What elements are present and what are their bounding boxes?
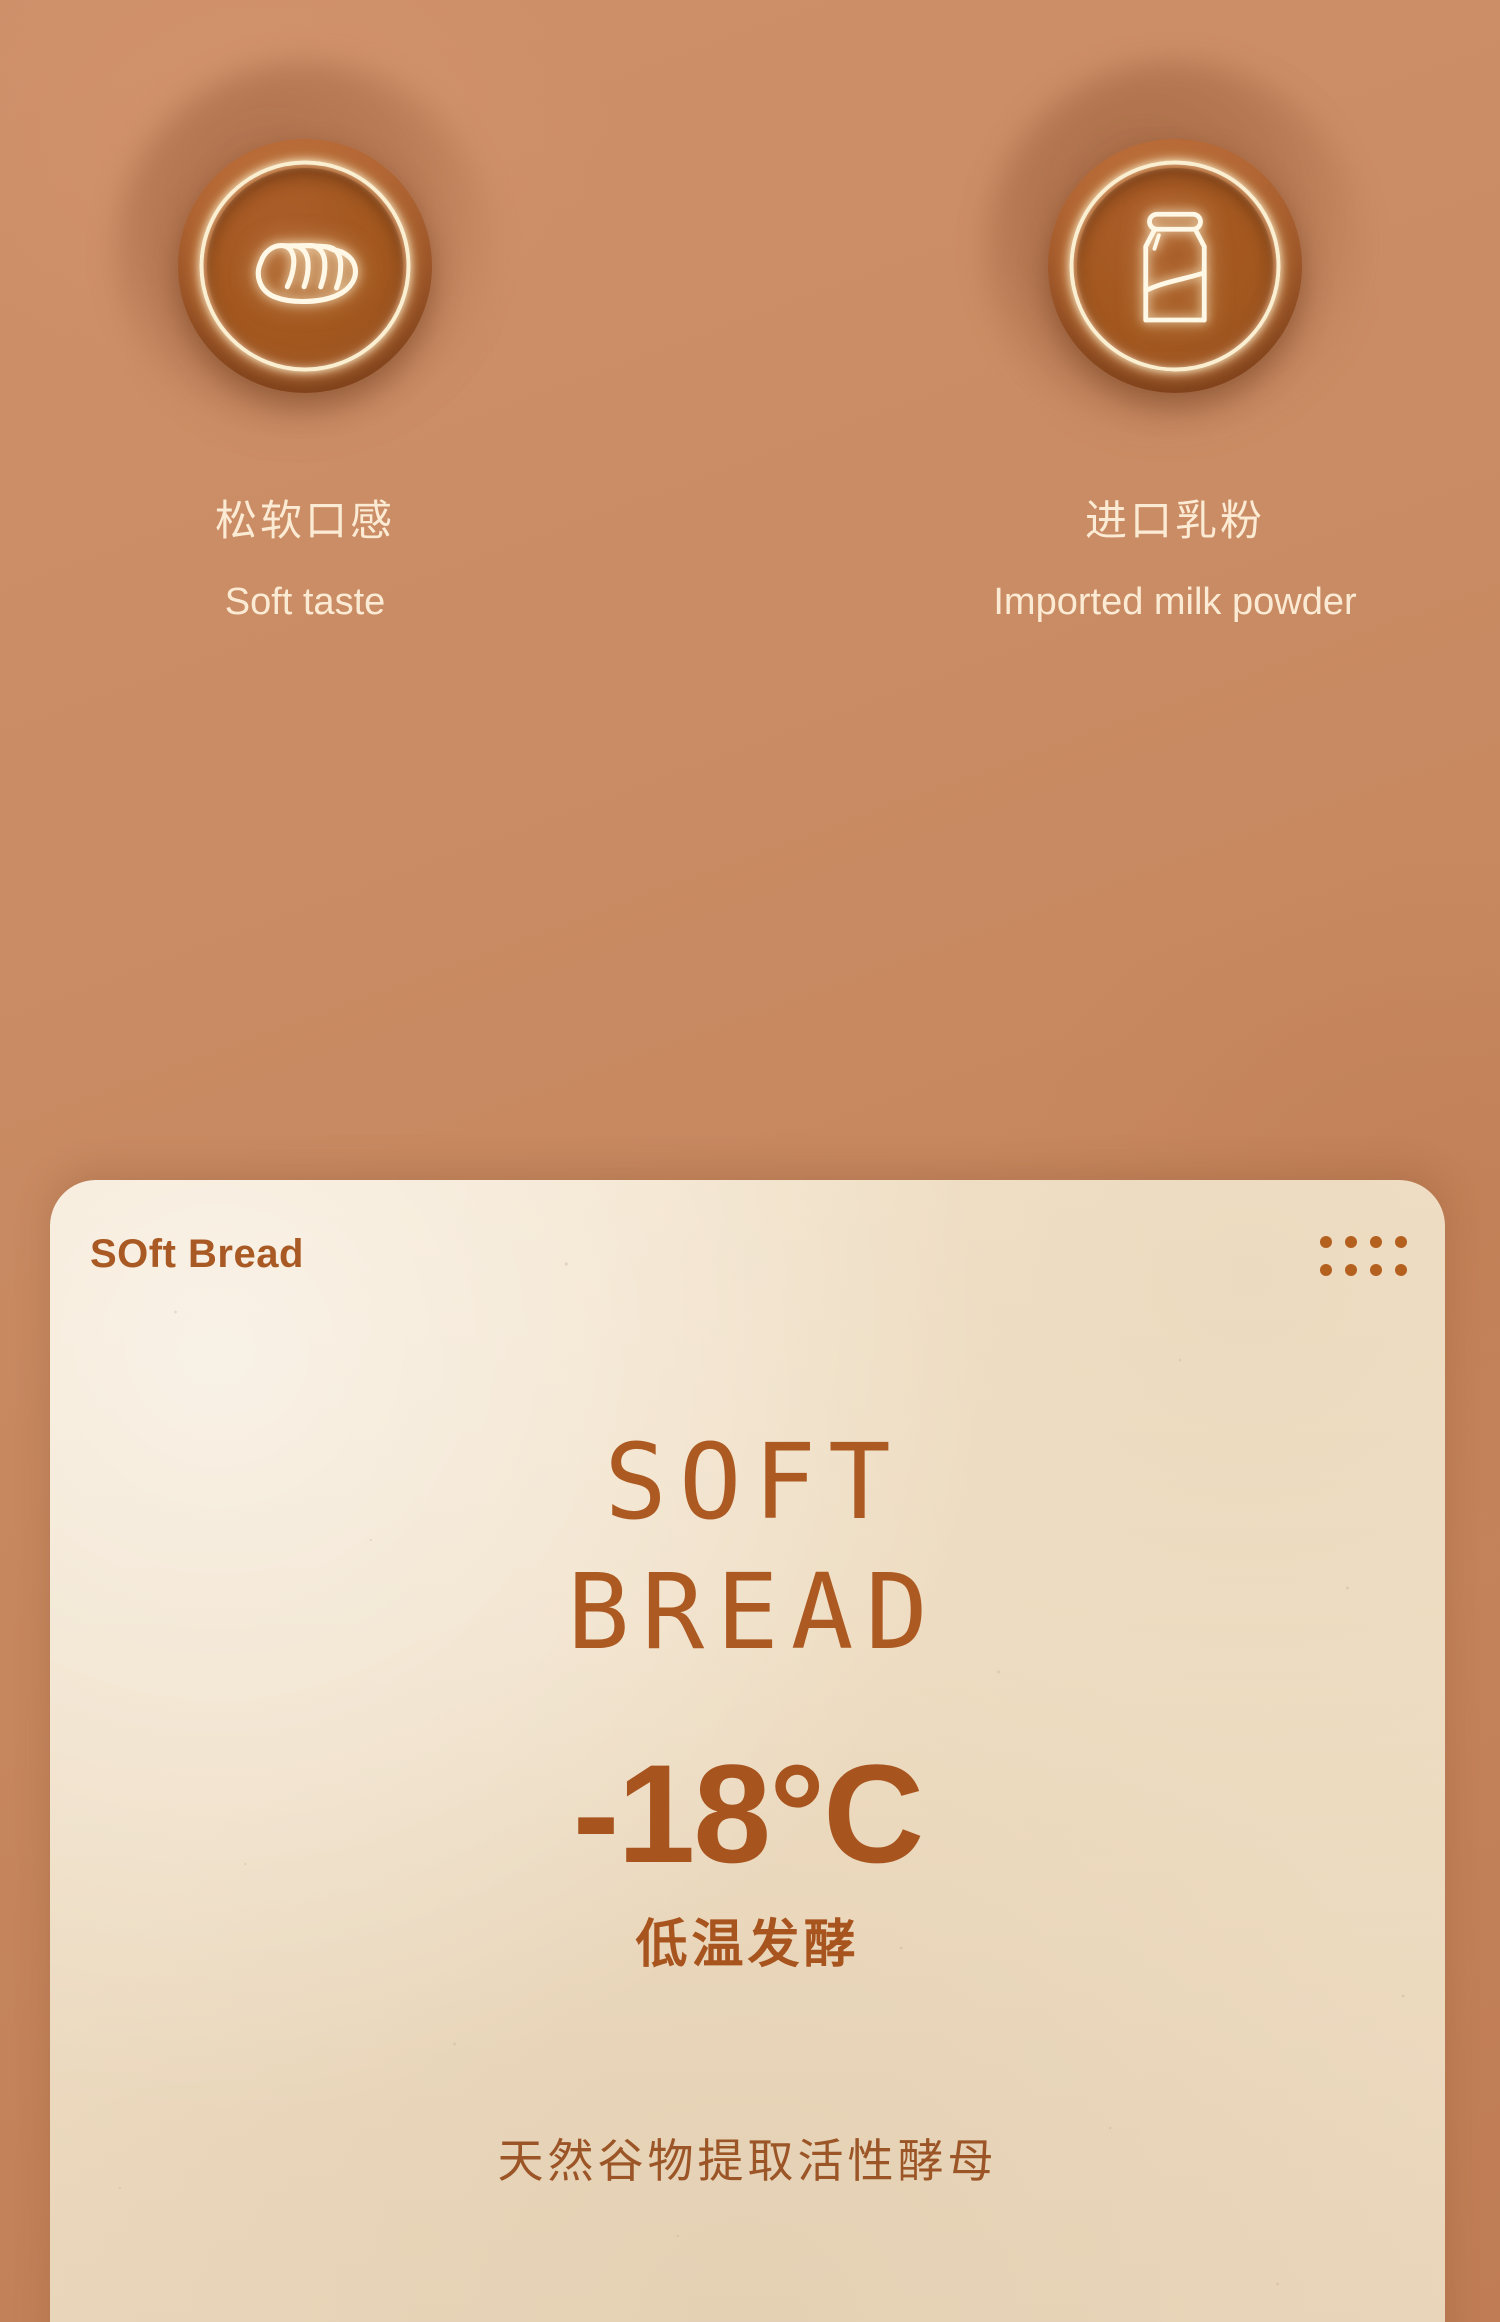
product-detail-page: 松软口感 Soft taste 进口乳粉 Imported milk powde… [0,0,1500,2322]
dot [1370,1264,1382,1276]
feature-item-imported-milk-powder[interactable]: 进口乳粉 Imported milk powder [925,61,1425,626]
dot [1320,1236,1332,1248]
headline-line-2: BREAD [566,1551,941,1673]
brand-label: SOft Bread [90,1232,304,1276]
card-body: SOFT BREAD -18°C 低温发酵 天然谷物提取活性酵母 [50,1340,1445,2191]
feature-row: 松软口感 Soft taste 进口乳粉 Imported milk powde… [0,0,1500,840]
badge-imported-milk-powder[interactable] [985,61,1365,452]
dot [1345,1264,1357,1276]
badge-soft-taste[interactable] [115,61,495,452]
dot-grid-ornament [1320,1236,1407,1276]
temperature-caption: 低温发酵 [635,1916,860,1974]
feature-label-cn: 进口乳粉 [1084,497,1265,544]
dot [1345,1236,1357,1248]
dot [1370,1236,1382,1248]
card-header: SOft Bread [50,1180,1445,1340]
dot [1395,1264,1407,1276]
feature-item-soft-taste[interactable]: 松软口感 Soft taste [55,61,555,626]
dot [1320,1264,1332,1276]
footnote-text: 天然谷物提取活性酵母 [497,2135,998,2187]
headline-line-1: SOFT [604,1421,903,1543]
milk-bottle-icon [1100,191,1250,341]
temperature-value: -18°C [572,1735,924,1892]
feature-label-en: Soft taste [224,581,386,624]
product-card: SOft Bread SOFT BREAD -18°C 低温发酵 天然谷物提取活… [50,1180,1445,2322]
dot [1395,1236,1407,1248]
feature-label-cn: 松软口感 [214,497,395,544]
bread-loaf-icon [230,191,380,341]
feature-label-en: Imported milk powder [993,581,1357,624]
